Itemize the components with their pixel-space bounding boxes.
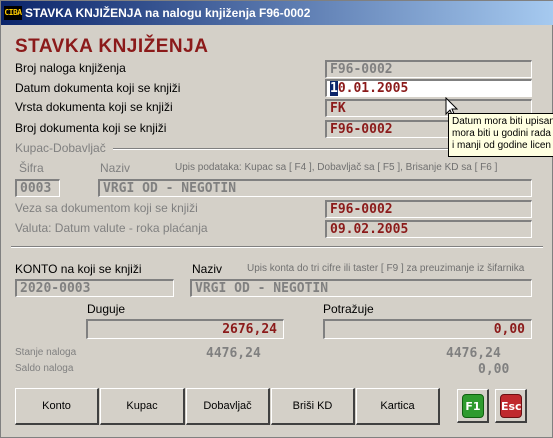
valuta-label: Valuta: Datum valute - roka plaćanja <box>15 221 208 235</box>
f1-button[interactable]: F1 <box>457 389 489 423</box>
sifra-field: 0003 <box>15 179 60 197</box>
f1-key-icon: F1 <box>462 394 484 418</box>
broj-dokumenta-label: Broj dokumenta koji se knjiži <box>15 121 167 135</box>
tooltip-line-1: Datum mora biti upisan <box>452 116 553 127</box>
datum-dokumenta-value: 0.01.2005 <box>337 81 409 96</box>
tooltip-line-3: i manji od godine licen <box>452 140 551 151</box>
broj-naloga-label: Broj naloga knjiženja <box>15 61 126 75</box>
potrazuje-field[interactable]: 0,00 <box>323 319 532 339</box>
esc-button[interactable]: Esc <box>495 389 527 423</box>
konto-hint: Upis konta do tri cifre ili taster [ F9 … <box>247 263 525 274</box>
dobavljac-button[interactable]: Dobavljač <box>186 388 270 425</box>
sifra-label: Šifra <box>19 161 44 175</box>
kupac-naziv-field: VRGI OD - NEGOTIN <box>98 179 532 197</box>
dialog-window: CIBA STAVKA KNJIŽENJA na nalogu knjiženj… <box>0 0 553 438</box>
duguje-label: Duguje <box>87 302 126 316</box>
konto-naziv-field: VRGI OD - NEGOTIN <box>190 279 532 297</box>
datum-tooltip: Datum mora biti upisan mora biti u godin… <box>448 113 553 157</box>
section-divider <box>11 246 543 248</box>
kupac-hint: Upis podataka: Kupac sa [ F4 ], Dobavlja… <box>175 162 498 173</box>
saldo-label: Saldo naloga <box>15 363 74 374</box>
datum-dokumenta-input[interactable]: 10.01.2005 <box>325 79 532 97</box>
esc-key-icon: Esc <box>500 394 522 418</box>
window-title: STAVKA KNJIŽENJA na nalogu knjiženja F96… <box>25 6 311 20</box>
kupac-group-title: Kupac-Dobavljač <box>15 141 106 155</box>
konto-label: KONTO na koji se knjiži <box>15 262 142 276</box>
stanje-potrazuje-value: 4476,24 <box>446 346 501 361</box>
app-icon: CIBA <box>4 6 22 20</box>
konto-field[interactable]: 2020-0003 <box>15 279 174 297</box>
potrazuje-label: Potražuje <box>323 302 374 316</box>
veza-label: Veza sa dokumentom koji se knjiži <box>15 201 198 215</box>
valuta-field[interactable]: 09.02.2005 <box>325 220 532 238</box>
stanje-label: Stanje naloga <box>15 347 77 358</box>
konto-naziv-label: Naziv <box>192 262 223 276</box>
brisi-kd-button[interactable]: Briši KD <box>271 388 355 425</box>
page-title: STAVKA KNJIŽENJA <box>15 36 209 57</box>
vrsta-dokumenta-label: Vrsta dokumenta koji se knjiži <box>15 100 173 114</box>
kupac-button[interactable]: Kupac <box>100 388 185 425</box>
broj-naloga-field: F96-0002 <box>325 60 532 78</box>
veza-field[interactable]: F96-0002 <box>325 200 532 218</box>
naziv-label: Naziv <box>100 161 131 175</box>
text-selection: 1 <box>330 81 338 96</box>
konto-button[interactable]: Konto <box>15 388 99 425</box>
kartica-button[interactable]: Kartica <box>356 388 440 425</box>
duguje-field[interactable]: 2676,24 <box>86 319 284 339</box>
stanje-duguje-value: 4476,24 <box>206 346 261 361</box>
tooltip-line-2: mora biti u godini rada <box>452 128 551 139</box>
title-bar: CIBA STAVKA KNJIŽENJA na nalogu knjiženj… <box>1 1 553 25</box>
saldo-value: 0,00 <box>478 362 510 377</box>
datum-dokumenta-label: Datum dokumenta koji se knjiži <box>15 81 181 95</box>
